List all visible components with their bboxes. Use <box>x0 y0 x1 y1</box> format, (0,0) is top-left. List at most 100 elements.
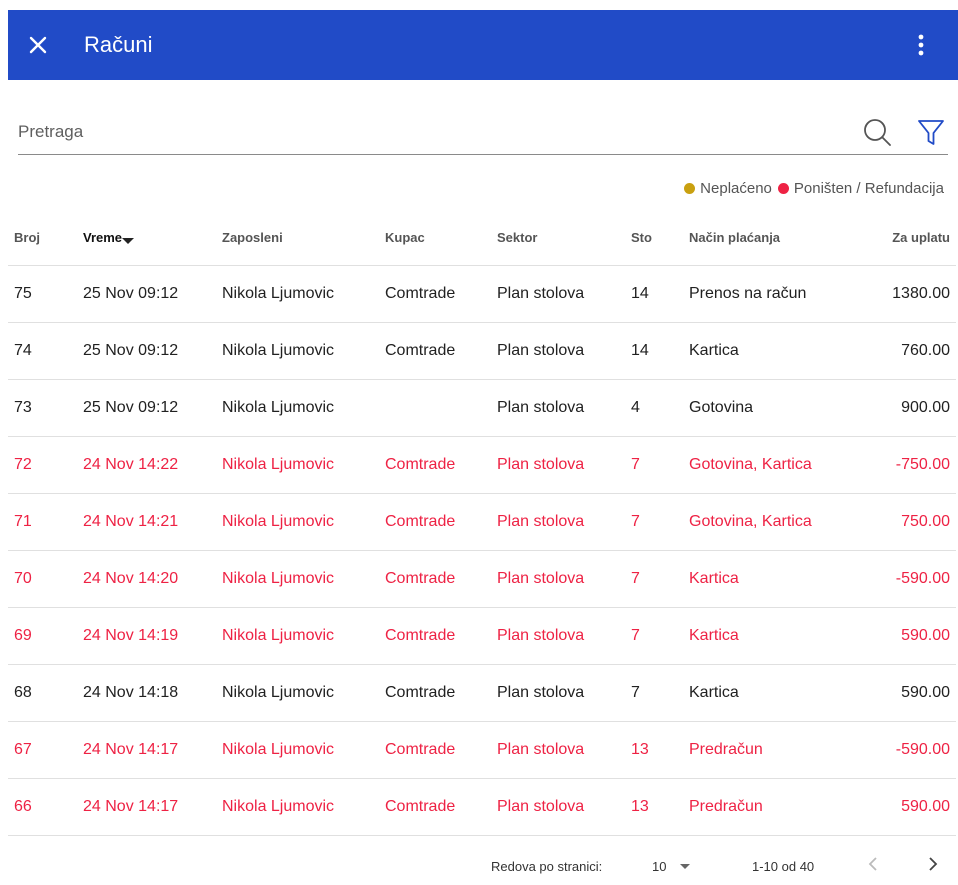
cell-vreme: 24 Nov 14:19 <box>83 607 222 665</box>
cell-broj: 68 <box>8 664 83 722</box>
rows-per-page-select[interactable]: 10 <box>652 859 691 874</box>
cell-broj: 69 <box>8 607 83 665</box>
cell-kupac: Comtrade <box>385 265 497 323</box>
table-row[interactable]: 66 24 Nov 14:17 Nikola Ljumovic Comtrade Pla… <box>8 778 956 836</box>
cell-vreme: 25 Nov 09:12 <box>83 322 222 380</box>
cell-sektor: Plan stolova <box>497 322 631 380</box>
next-page-button[interactable] <box>928 855 938 878</box>
cell-broj: 73 <box>8 379 83 437</box>
close-button[interactable] <box>8 10 68 80</box>
cell-nacin-placanja: Kartica <box>689 664 855 722</box>
more-menu-button[interactable] <box>906 10 936 80</box>
cell-sto: 13 <box>631 721 689 779</box>
filter-icon <box>918 120 944 145</box>
col-header-nacin-placanja[interactable]: Način plaćanja <box>689 210 855 266</box>
cell-sto: 7 <box>631 493 689 551</box>
cell-broj: 74 <box>8 322 83 380</box>
cell-broj: 75 <box>8 265 83 323</box>
col-header-zaposleni[interactable]: Zaposleni <box>222 210 385 266</box>
col-header-sto[interactable]: Sto <box>631 210 689 266</box>
cell-sektor: Plan stolova <box>497 721 631 779</box>
table-header-row: Broj Vreme Zaposleni Kupac Sektor Sto Na… <box>8 210 956 266</box>
cell-kupac: Comtrade <box>385 493 497 551</box>
cell-zaposleni: Nikola Ljumovic <box>222 493 385 551</box>
table-row[interactable]: 74 25 Nov 09:12 Nikola Ljumovic Comtrade Pla… <box>8 322 956 380</box>
cell-sto: 7 <box>631 436 689 494</box>
cell-broj: 72 <box>8 436 83 494</box>
cell-za-uplatu: 1380.00 <box>855 265 956 323</box>
col-header-sektor[interactable]: Sektor <box>497 210 631 266</box>
col-header-za-uplatu[interactable]: Za uplatu <box>855 210 956 266</box>
col-header-broj[interactable]: Broj <box>8 210 83 266</box>
search-button[interactable] <box>862 116 894 148</box>
cell-zaposleni: Nikola Ljumovic <box>222 664 385 722</box>
cell-nacin-placanja: Prenos na račun <box>689 265 855 323</box>
col-header-kupac[interactable]: Kupac <box>385 210 497 266</box>
cell-nacin-placanja: Kartica <box>689 550 855 608</box>
cell-nacin-placanja: Gotovina, Kartica <box>689 493 855 551</box>
cell-vreme: 24 Nov 14:17 <box>83 778 222 836</box>
cell-sto: 7 <box>631 664 689 722</box>
cell-broj: 67 <box>8 721 83 779</box>
cell-broj: 71 <box>8 493 83 551</box>
cell-kupac: Comtrade <box>385 436 497 494</box>
cell-za-uplatu: -750.00 <box>855 436 956 494</box>
chevron-right-icon <box>929 857 938 871</box>
search-bar <box>18 112 948 155</box>
cell-sektor: Plan stolova <box>497 493 631 551</box>
table-row[interactable]: 73 25 Nov 09:12 Nikola Ljumovic Plan stolov… <box>8 379 956 437</box>
cell-zaposleni: Nikola Ljumovic <box>222 607 385 665</box>
cell-za-uplatu: -590.00 <box>855 550 956 608</box>
sort-desc-icon <box>122 238 135 244</box>
prev-page-button[interactable] <box>868 855 878 878</box>
cell-kupac: Comtrade <box>385 664 497 722</box>
cell-vreme: 25 Nov 09:12 <box>83 379 222 437</box>
table-row[interactable]: 67 24 Nov 14:17 Nikola Ljumovic Comtrade Pla… <box>8 721 956 779</box>
cell-sektor: Plan stolova <box>497 379 631 437</box>
search-icon <box>864 119 891 146</box>
table-row[interactable]: 69 24 Nov 14:19 Nikola Ljumovic Comtrade Pla… <box>8 607 956 665</box>
filter-button[interactable] <box>916 116 946 148</box>
chevron-left-icon <box>868 857 877 871</box>
cell-vreme: 24 Nov 14:18 <box>83 664 222 722</box>
cell-vreme: 24 Nov 14:21 <box>83 493 222 551</box>
app-bar: Računi <box>8 10 958 80</box>
rows-per-page-value: 10 <box>652 859 667 874</box>
cell-sektor: Plan stolova <box>497 607 631 665</box>
table-row[interactable]: 71 24 Nov 14:21 Nikola Ljumovic Comtrade Pla… <box>8 493 956 551</box>
cell-zaposleni: Nikola Ljumovic <box>222 322 385 380</box>
cell-sto: 7 <box>631 550 689 608</box>
cell-sektor: Plan stolova <box>497 436 631 494</box>
cell-kupac: Comtrade <box>385 607 497 665</box>
cell-sektor: Plan stolova <box>497 265 631 323</box>
cell-vreme: 24 Nov 14:22 <box>83 436 222 494</box>
cell-sektor: Plan stolova <box>497 778 631 836</box>
col-header-vreme[interactable]: Vreme <box>83 210 222 266</box>
cell-zaposleni: Nikola Ljumovic <box>222 721 385 779</box>
cell-sektor: Plan stolova <box>497 550 631 608</box>
receipts-table: Broj Vreme Zaposleni Kupac Sektor Sto Na… <box>8 210 956 836</box>
table-row[interactable]: 72 24 Nov 14:22 Nikola Ljumovic Comtrade Pla… <box>8 436 956 494</box>
cell-nacin-placanja: Kartica <box>689 607 855 665</box>
cell-nacin-placanja: Gotovina <box>689 379 855 437</box>
cell-za-uplatu: 590.00 <box>855 664 956 722</box>
table-row[interactable]: 68 24 Nov 14:18 Nikola Ljumovic Comtrade Pla… <box>8 664 956 722</box>
cell-kupac: Comtrade <box>385 721 497 779</box>
cell-za-uplatu: 760.00 <box>855 322 956 380</box>
cell-za-uplatu: 900.00 <box>855 379 956 437</box>
cell-nacin-placanja: Predračun <box>689 778 855 836</box>
cell-kupac: Comtrade <box>385 322 497 380</box>
pagination: Redova po stranici: 10 1-10 od 40 <box>0 845 958 885</box>
cell-nacin-placanja: Predračun <box>689 721 855 779</box>
cell-zaposleni: Nikola Ljumovic <box>222 436 385 494</box>
cell-kupac <box>385 379 497 437</box>
cell-nacin-placanja: Kartica <box>689 322 855 380</box>
cell-za-uplatu: 750.00 <box>855 493 956 551</box>
cell-broj: 70 <box>8 550 83 608</box>
search-input[interactable] <box>18 118 838 146</box>
col-header-vreme-label: Vreme <box>83 230 123 245</box>
table-row[interactable]: 75 25 Nov 09:12 Nikola Ljumovic Comtrade Pla… <box>8 265 956 323</box>
legend-unpaid-label: Neplaćeno <box>700 180 772 197</box>
close-icon <box>29 36 47 54</box>
table-row[interactable]: 70 24 Nov 14:20 Nikola Ljumovic Comtrade Pla… <box>8 550 956 608</box>
